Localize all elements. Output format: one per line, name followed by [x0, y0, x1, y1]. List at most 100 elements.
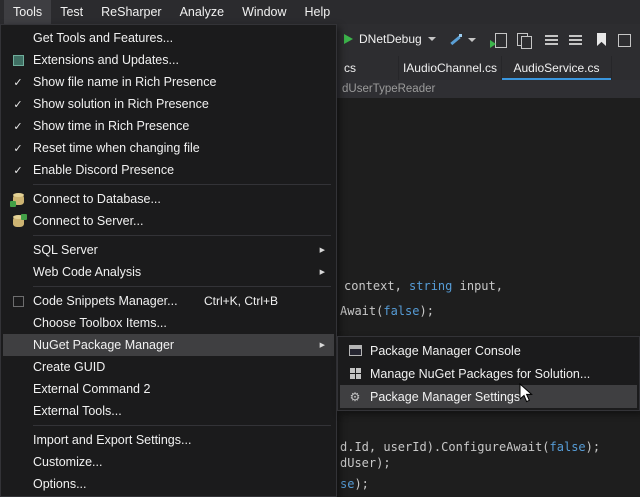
menubar-item-resharper[interactable]: ReSharper	[92, 0, 170, 24]
code-editor[interactable]: context, string input, Await(false); d.I…	[337, 98, 640, 497]
tab-label: AudioService.cs	[513, 61, 599, 75]
menu-item-label: Enable Discord Presence	[33, 163, 312, 177]
breadcrumb[interactable]: dUserTypeReader	[337, 80, 640, 98]
submenu-item-package-manager-console[interactable]: Package Manager Console	[340, 339, 637, 362]
menu-item-label: Code Snippets Manager...	[33, 294, 204, 308]
menu-item-sql-server[interactable]: SQL Server ▶	[3, 239, 334, 261]
menu-item-reset-time[interactable]: ✓ Reset time when changing file	[3, 137, 334, 159]
chevron-down-icon	[428, 37, 436, 41]
tab-audioservice[interactable]: AudioService.cs	[502, 56, 612, 80]
menu-item-label: NuGet Package Manager	[33, 338, 312, 352]
tab-label: cs	[344, 61, 356, 75]
menu-item-label: External Command 2	[33, 382, 312, 396]
submenu-item-label: Manage NuGet Packages for Solution...	[370, 367, 637, 381]
extensions-icon	[13, 55, 24, 66]
menu-item-label: Options...	[33, 477, 312, 491]
menu-item-label: Get Tools and Features...	[33, 31, 312, 45]
bookmark-icon[interactable]	[594, 32, 610, 48]
menu-bar: Tools Test ReSharper Analyze Window Help	[0, 0, 640, 24]
menubar-item-window[interactable]: Window	[233, 0, 295, 24]
menu-item-label: Show solution in Rich Presence	[33, 97, 312, 111]
vs-window: Tools Test ReSharper Analyze Window Help…	[0, 0, 640, 497]
tab-partial-file[interactable]: cs	[337, 56, 399, 80]
menu-item-options[interactable]: Options...	[3, 473, 334, 495]
gear-icon: ⚙	[350, 391, 361, 403]
menu-separator	[1, 181, 336, 188]
breadcrumb-text: dUserTypeReader	[342, 83, 435, 95]
menu-item-shortcut: Ctrl+K, Ctrl+B	[204, 294, 312, 308]
submenu-item-label: Package Manager Console	[370, 344, 637, 358]
menu-separator	[1, 283, 336, 290]
menu-item-web-code-analysis[interactable]: Web Code Analysis ▶	[3, 261, 334, 283]
play-icon	[344, 34, 353, 44]
tab-strip: cs IAudioChannel.cs AudioService.cs	[337, 56, 640, 80]
code-line: se);	[340, 477, 369, 491]
submenu-item-label: Package Manager Settings	[370, 390, 637, 404]
submenu-arrow-icon: ▶	[320, 341, 325, 349]
comment-icon[interactable]	[616, 32, 632, 48]
menubar-item-test[interactable]: Test	[51, 0, 92, 24]
menu-item-code-snippets-manager[interactable]: Code Snippets Manager... Ctrl+K, Ctrl+B	[3, 290, 334, 312]
menu-item-import-export-settings[interactable]: Import and Export Settings...	[3, 429, 334, 451]
menu-item-external-command-2[interactable]: External Command 2	[3, 378, 334, 400]
menu-item-label: Connect to Server...	[33, 214, 312, 228]
menu-item-show-time[interactable]: ✓ Show time in Rich Presence	[3, 115, 334, 137]
menu-item-label: SQL Server	[33, 243, 312, 257]
menubar-item-help[interactable]: Help	[296, 0, 340, 24]
code-line: dUser);	[340, 456, 391, 470]
packages-icon	[350, 368, 361, 379]
menu-item-customize[interactable]: Customize...	[3, 451, 334, 473]
menu-item-label: Show time in Rich Presence	[33, 119, 312, 133]
code-line: Await(false);	[340, 304, 434, 318]
outdent-icon[interactable]	[544, 32, 560, 48]
code-line: context, string input,	[344, 279, 503, 293]
menu-item-label: Choose Toolbox Items...	[33, 316, 312, 330]
menu-item-choose-toolbox-items[interactable]: Choose Toolbox Items...	[3, 312, 334, 334]
submenu-arrow-icon: ▶	[320, 268, 325, 276]
menu-separator	[1, 232, 336, 239]
menubar-item-analyze[interactable]: Analyze	[171, 0, 233, 24]
tab-iaudiochannel[interactable]: IAudioChannel.cs	[399, 56, 502, 80]
menu-item-label: Reset time when changing file	[33, 141, 312, 155]
submenu-item-manage-nuget-packages[interactable]: Manage NuGet Packages for Solution...	[340, 362, 637, 385]
check-icon: ✓	[13, 120, 22, 133]
menu-item-show-solution[interactable]: ✓ Show solution in Rich Presence	[3, 93, 334, 115]
nuget-submenu: Package Manager Console Manage NuGet Pac…	[337, 336, 640, 411]
menu-item-external-tools[interactable]: External Tools...	[3, 400, 334, 422]
indent-icon[interactable]	[568, 32, 584, 48]
submenu-arrow-icon: ▶	[320, 246, 325, 254]
submenu-item-package-manager-settings[interactable]: ⚙ Package Manager Settings	[340, 385, 637, 408]
menu-item-show-file-name[interactable]: ✓ Show file name in Rich Presence	[3, 71, 334, 93]
code-line: d.Id, userId).ConfigureAwait(false);	[340, 440, 600, 454]
menu-item-connect-to-database[interactable]: Connect to Database...	[3, 188, 334, 210]
menu-separator	[1, 422, 336, 429]
menu-item-get-tools-and-features[interactable]: Get Tools and Features...	[3, 27, 334, 49]
snippets-icon	[13, 296, 24, 307]
menu-item-label: External Tools...	[33, 404, 312, 418]
check-icon: ✓	[13, 76, 22, 89]
mouse-cursor	[519, 383, 533, 403]
database-icon	[13, 194, 24, 205]
tab-label: IAudioChannel.cs	[403, 61, 497, 75]
server-icon	[13, 216, 24, 227]
menu-item-label: Create GUID	[33, 360, 312, 374]
menu-item-label: Extensions and Updates...	[33, 53, 312, 67]
chevron-down-icon[interactable]	[468, 38, 476, 42]
menu-item-nuget-package-manager[interactable]: NuGet Package Manager ▶	[3, 334, 334, 356]
menu-item-label: Customize...	[33, 455, 312, 469]
check-icon: ✓	[13, 98, 22, 111]
menu-item-create-guid[interactable]: Create GUID	[3, 356, 334, 378]
copy-document-icon[interactable]	[516, 32, 532, 48]
check-icon: ✓	[13, 142, 22, 155]
navigate-to-source-icon[interactable]	[492, 32, 508, 48]
menu-item-connect-to-server[interactable]: Connect to Server...	[3, 210, 334, 232]
debug-config-label: DNetDebug	[359, 32, 422, 46]
menubar-item-tools[interactable]: Tools	[4, 0, 51, 24]
console-icon	[349, 345, 362, 356]
attach-debugger-icon[interactable]	[448, 32, 464, 48]
menu-item-extensions-and-updates[interactable]: Extensions and Updates...	[3, 49, 334, 71]
menu-item-label: Web Code Analysis	[33, 265, 312, 279]
tools-menu: Get Tools and Features... Extensions and…	[0, 24, 337, 497]
menu-item-enable-discord-presence[interactable]: ✓ Enable Discord Presence	[3, 159, 334, 181]
start-debugging-button[interactable]: DNetDebug	[344, 32, 436, 46]
